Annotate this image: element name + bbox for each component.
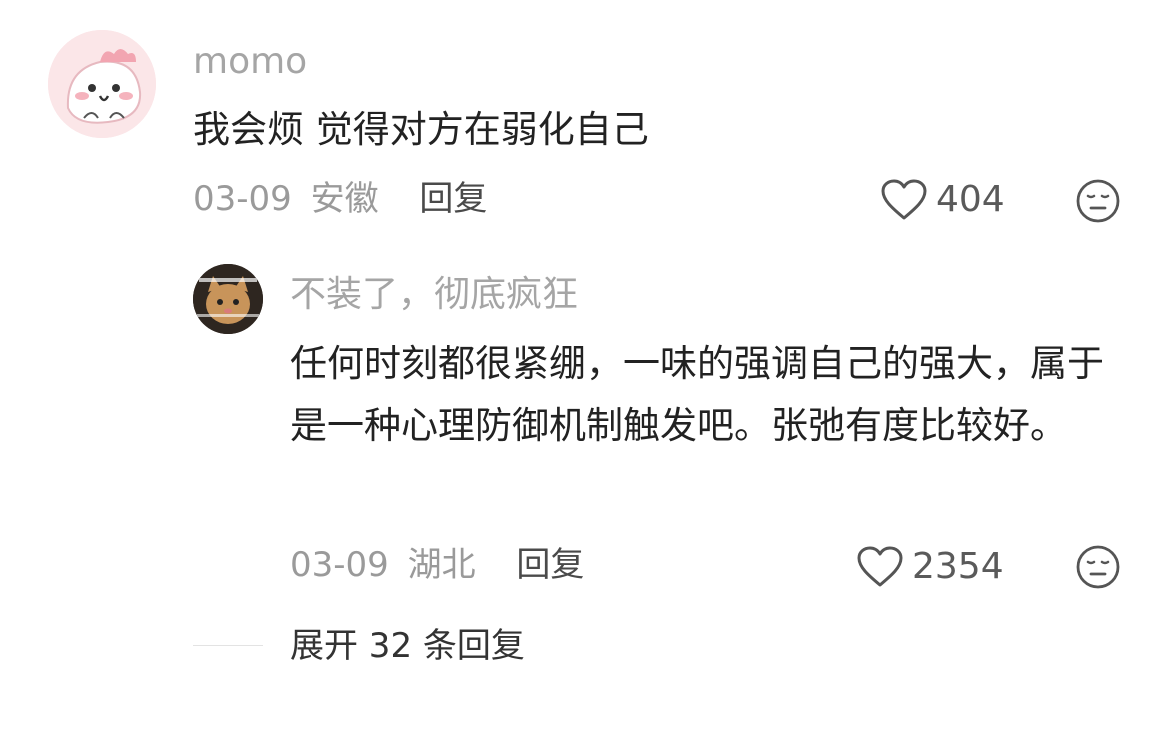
like-button[interactable]: 2354 (856, 545, 1004, 589)
neutral-face-icon (1076, 179, 1120, 223)
expand-divider (193, 645, 263, 646)
heart-outline-icon (857, 546, 903, 587)
comment-text: 我会烦 觉得对方在弱化自己 (193, 108, 649, 151)
reply-button[interactable]: 回复 (516, 545, 584, 585)
dislike-button[interactable] (1075, 178, 1121, 228)
cat-photo-avatar-icon (193, 264, 263, 334)
username[interactable]: 不装了，彻底疯狂 (290, 277, 578, 313)
expand-replies-button[interactable]: 展开 32 条回复 (290, 629, 525, 663)
comment-date: 03-09 (193, 179, 292, 219)
like-count: 2354 (912, 546, 1004, 587)
reply-button[interactable]: 回复 (419, 179, 487, 219)
avatar[interactable] (48, 30, 156, 138)
avatar[interactable] (193, 264, 263, 334)
comment-meta: 03-09 安徽 回复 (193, 182, 487, 216)
neutral-face-icon (1076, 545, 1120, 589)
heart-outline-icon (881, 179, 927, 220)
username[interactable]: momo (193, 44, 307, 80)
comment-location: 安徽 (310, 179, 379, 219)
comment-meta: 03-09 湖北 回复 (290, 548, 584, 582)
comment-text: 任何时刻都很紧绷，一味的强调自己的强大，属于是一种心理防御机制触发吧。张弛有度比… (290, 342, 1104, 447)
like-button[interactable]: 404 (880, 178, 1005, 222)
cute-blob-avatar-icon (48, 30, 156, 138)
comment-location: 湖北 (407, 545, 476, 585)
dislike-button[interactable] (1075, 544, 1121, 594)
like-count: 404 (936, 179, 1005, 220)
comment-date: 03-09 (290, 545, 389, 585)
